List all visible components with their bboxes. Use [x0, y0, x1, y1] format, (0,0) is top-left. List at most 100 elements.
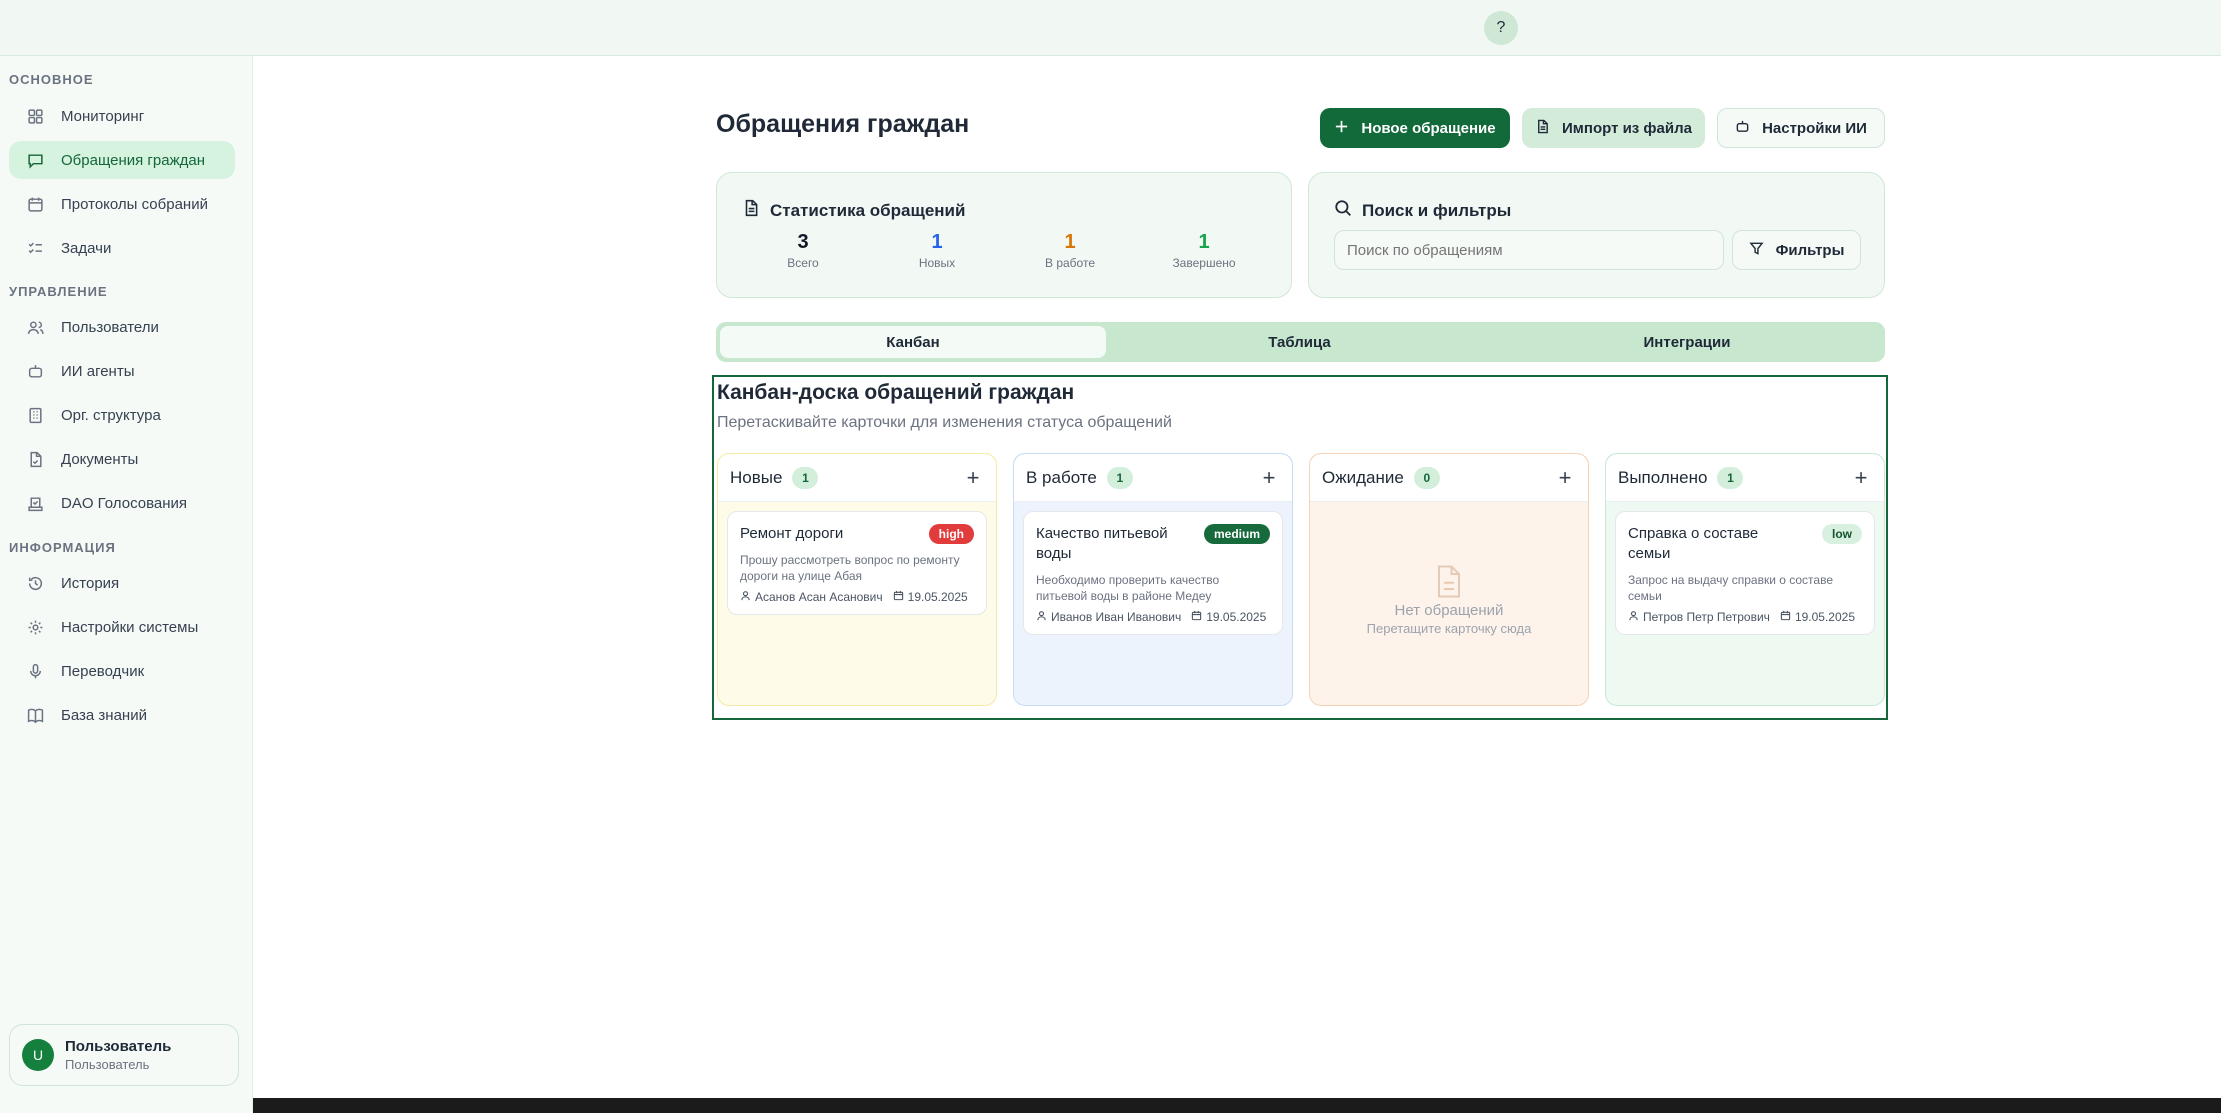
sidebar-section-info: ИНФОРМАЦИЯ [9, 540, 116, 555]
sidebar-item-label: История [61, 574, 120, 592]
user-icon [1628, 610, 1639, 624]
kanban-column-in-progress: В работе 1 + Качество питьевой воды medium Не… [1013, 453, 1293, 706]
column-header: Новые 1 + [718, 454, 996, 502]
card-description: Прошу рассмотреть вопрос по ремонту доро… [740, 553, 960, 583]
tab-table[interactable]: Таблица [1107, 326, 1492, 358]
card-title: Качество питьевой воды [1036, 525, 1168, 562]
stat-completed: 1 Завершено [1144, 231, 1264, 270]
board-subtitle: Перетаскивайте карточки для изменения ст… [717, 414, 1172, 431]
card-date: 19.05.2025 [1794, 610, 1855, 624]
card-date: 19.05.2025 [907, 590, 968, 604]
card-header: Качество питьевой воды medium [1036, 524, 1270, 564]
column-title: Выполнено [1618, 467, 1708, 487]
page-title: Обращения граждан [716, 110, 970, 138]
search-icon [1334, 199, 1352, 222]
sidebar-item-dao-voting[interactable]: DAO Голосования [9, 484, 235, 522]
add-card-icon[interactable]: + [1554, 467, 1576, 489]
card-author: Иванов Иван Иванович [1051, 610, 1182, 624]
column-count-badge: 1 [1717, 466, 1744, 489]
dashboard-icon [25, 106, 45, 126]
user-profile-card[interactable]: U Пользователь Пользователь [9, 1024, 239, 1086]
request-card[interactable]: Качество питьевой воды medium Необходимо п… [1023, 511, 1283, 635]
sidebar-item-label: Обращения граждан [61, 151, 205, 169]
tab-integrations[interactable]: Интеграции [1494, 326, 1880, 358]
stat-in-progress: 1 В работе [1010, 231, 1130, 270]
add-card-icon[interactable]: + [962, 467, 984, 489]
sidebar-item-protocols[interactable]: Протоколы собраний [9, 185, 235, 223]
sidebar: ОСНОВНОЕ Мониторинг Обращения граждан Прот… [0, 56, 253, 1113]
kanban-board: Канбан-доска обращений граждан Перетаски… [712, 375, 1888, 720]
column-header: Выполнено 1 + [1606, 454, 1884, 502]
stats-title: Статистика обращений [770, 200, 966, 220]
stat-value: 1 [1064, 231, 1076, 253]
column-count-badge: 1 [792, 466, 819, 489]
ai-settings-button[interactable]: Настройки ИИ [1717, 108, 1885, 148]
avatar: U [22, 1039, 54, 1071]
sidebar-item-documents[interactable]: Документы [9, 440, 235, 478]
sidebar-item-monitoring[interactable]: Мониторинг [9, 97, 235, 135]
sidebar-item-knowledge-base[interactable]: База знаний [9, 696, 235, 734]
sidebar-item-label: База знаний [61, 706, 147, 724]
sidebar-item-label: Задачи [61, 239, 112, 257]
plus-icon [1334, 119, 1349, 138]
empty-column-title: Нет обращений [1394, 602, 1504, 619]
column-title: Новые [730, 467, 783, 487]
sidebar-item-label: Документы [61, 450, 139, 468]
card-author: Петров Петр Петрович [1643, 610, 1770, 624]
top-bar: ? [0, 0, 2221, 56]
search-title: Поиск и фильтры [1362, 200, 1512, 220]
import-file-button[interactable]: Импорт из файла [1522, 108, 1705, 148]
user-role: Пользователь [65, 1057, 150, 1072]
gear-icon [25, 617, 45, 637]
card-title: Ремонт дороги [740, 525, 844, 542]
request-card[interactable]: Справка о составе семьи low Запрос на выда… [1615, 511, 1875, 635]
sidebar-item-label: Мониторинг [61, 107, 145, 125]
sidebar-item-label: Протоколы собраний [61, 195, 208, 213]
new-request-button[interactable]: Новое обращение [1320, 108, 1510, 148]
sidebar-item-history[interactable]: История [9, 564, 235, 602]
sidebar-item-label: ИИ агенты [61, 362, 135, 380]
user-icon [740, 590, 751, 604]
stats-header: Статистика обращений [742, 199, 965, 222]
add-card-icon[interactable]: + [1850, 467, 1872, 489]
message-icon [25, 150, 45, 170]
kanban-column-new: Новые 1 + Ремонт дороги high Прошу рассмотрет… [717, 453, 997, 706]
card-meta: Асанов Асан Асанович 19.05.2025 [740, 590, 974, 604]
filters-label: Фильтры [1775, 241, 1845, 259]
stat-label: В работе [1044, 256, 1095, 270]
priority-badge: low [1822, 524, 1862, 544]
stat-value: 1 [931, 231, 943, 253]
file-icon [1535, 119, 1550, 138]
filters-button[interactable]: Фильтры [1732, 230, 1861, 270]
search-input[interactable] [1334, 230, 1724, 270]
tab-kanban[interactable]: Канбан [720, 326, 1106, 358]
card-header: Справка о составе семьи low [1628, 524, 1862, 564]
stats-panel: Статистика обращений 3 Всего 1 Новых 1 В… [716, 172, 1292, 298]
add-card-icon[interactable]: + [1258, 467, 1280, 489]
user-name: Пользователь [65, 1038, 172, 1055]
users-icon [25, 317, 45, 337]
stat-value: 1 [1198, 231, 1210, 253]
user-icon [1036, 610, 1047, 624]
sidebar-item-translator[interactable]: Переводчик [9, 652, 235, 690]
sidebar-item-ai-agents[interactable]: ИИ агенты [9, 352, 235, 390]
building-icon [25, 405, 45, 425]
card-meta: Петров Петр Петрович 19.05.2025 [1628, 610, 1862, 624]
sidebar-item-requests[interactable]: Обращения граждан [9, 141, 235, 179]
card-title: Справка о составе семьи [1628, 525, 1759, 562]
sidebar-item-label: Переводчик [61, 662, 145, 680]
robot-icon [1735, 119, 1750, 138]
calendar-icon [1191, 610, 1202, 624]
tasks-icon [25, 238, 45, 258]
sidebar-item-tasks[interactable]: Задачи [9, 229, 235, 267]
sidebar-item-org-structure[interactable]: Орг. структура [9, 396, 235, 434]
sidebar-item-system-settings[interactable]: Настройки системы [9, 608, 235, 646]
sidebar-section-management: УПРАВЛЕНИЕ [9, 284, 108, 299]
import-file-label: Импорт из файла [1562, 119, 1692, 137]
card-description: Необходимо проверить качество питьевой в… [1036, 573, 1220, 603]
sidebar-item-users[interactable]: Пользователи [9, 308, 235, 346]
card-meta: Иванов Иван Иванович 19.05.2025 [1036, 610, 1270, 624]
empty-column-placeholder: Нет обращений Перетащите карточку сюда [1310, 564, 1588, 636]
request-card[interactable]: Ремонт дороги high Прошу рассмотреть вопро… [727, 511, 987, 615]
help-button[interactable]: ? [1484, 11, 1518, 45]
